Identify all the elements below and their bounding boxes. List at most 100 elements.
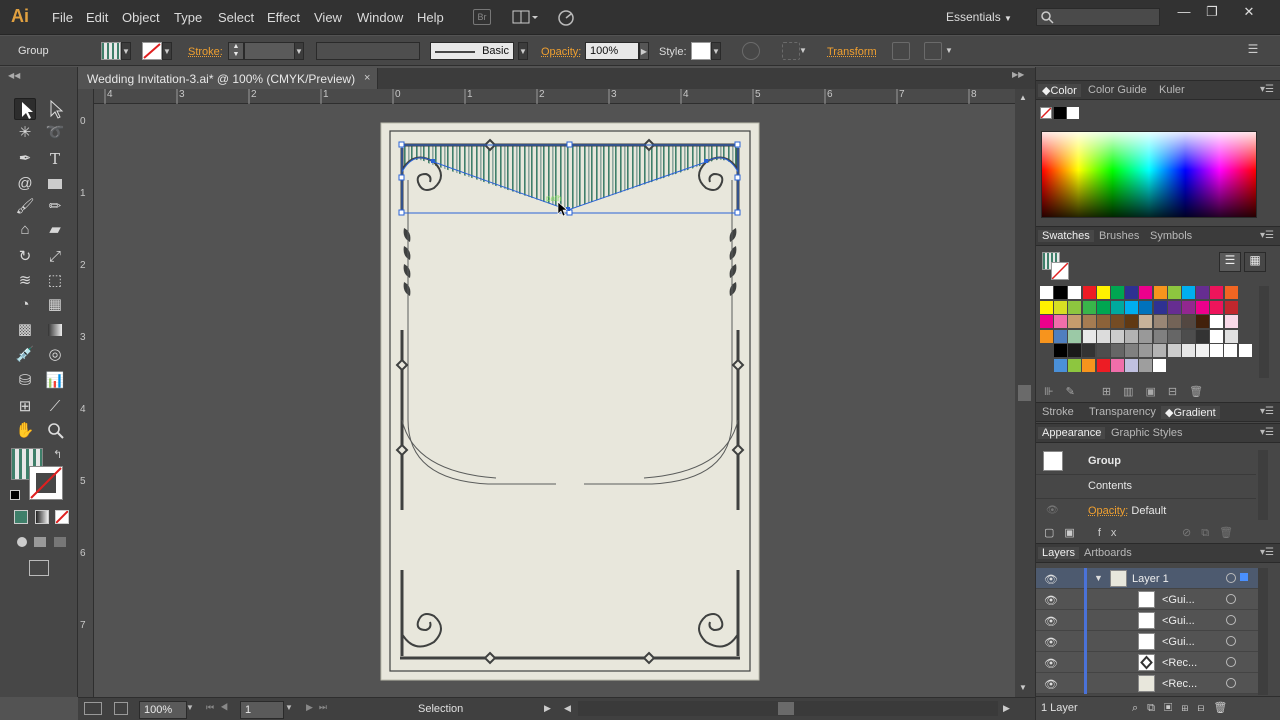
- layer-row[interactable]: 👁 <Rec...: [1036, 673, 1262, 694]
- collapse-panel-icon[interactable]: ◀◀: [8, 71, 20, 80]
- color-swatch[interactable]: [1153, 329, 1167, 343]
- target-icon[interactable]: [1226, 657, 1236, 667]
- color-swatch[interactable]: [1125, 286, 1139, 299]
- color-swatch[interactable]: [1054, 286, 1068, 299]
- color-swatch[interactable]: [1082, 300, 1096, 314]
- grid-view-icon[interactable]: ▦: [1244, 252, 1266, 272]
- tab-stroke[interactable]: Stroke: [1042, 406, 1074, 418]
- hand-tool-icon[interactable]: ✋: [14, 420, 36, 442]
- color-swatch[interactable]: [1196, 329, 1210, 343]
- isolate-group-icon[interactable]: [892, 42, 910, 60]
- menu-edit[interactable]: Edit: [86, 10, 108, 25]
- color-swatch[interactable]: [1040, 300, 1053, 314]
- appearance-contents[interactable]: Contents: [1088, 480, 1132, 492]
- color-swatch[interactable]: [1139, 358, 1153, 372]
- color-swatch[interactable]: [1125, 300, 1139, 314]
- paintbrush-tool-icon[interactable]: 🖌: [14, 196, 36, 218]
- opacity-field[interactable]: 100%: [585, 42, 639, 60]
- target-icon[interactable]: [1226, 678, 1236, 688]
- panel-menu-icon[interactable]: ▾☰: [1260, 427, 1274, 438]
- screen-mode-icon[interactable]: [29, 560, 49, 576]
- color-swatch[interactable]: [1082, 358, 1096, 372]
- artboard[interactable]: [378, 120, 762, 684]
- color-swatch[interactable]: [1054, 344, 1067, 357]
- target-icon[interactable]: [1226, 636, 1236, 646]
- color-swatch[interactable]: [1167, 344, 1181, 357]
- layer-row[interactable]: 👁 <Gui...: [1036, 610, 1262, 631]
- color-swatch[interactable]: [1068, 358, 1082, 372]
- scroll-down-icon[interactable]: ▼: [1019, 683, 1027, 692]
- visibility-eye-icon[interactable]: 👁: [1044, 594, 1058, 607]
- tab-layers[interactable]: Layers: [1038, 547, 1080, 559]
- tab-brushes[interactable]: Brushes: [1099, 230, 1139, 242]
- direct-selection-tool-icon[interactable]: [44, 98, 66, 120]
- black-color-icon[interactable]: [1054, 107, 1066, 119]
- color-swatch[interactable]: [1096, 344, 1110, 357]
- maximize-icon[interactable]: ❐: [1201, 4, 1223, 20]
- vertical-ruler[interactable]: 0 1 2 3 4 5 6 7: [78, 89, 94, 697]
- color-swatch[interactable]: [1111, 286, 1124, 299]
- color-swatch[interactable]: [1210, 315, 1224, 328]
- tab-color-guide[interactable]: Color Guide: [1088, 84, 1147, 96]
- color-swatch[interactable]: [1040, 286, 1053, 299]
- color-swatch[interactable]: [1125, 315, 1139, 328]
- color-swatch[interactable]: [1111, 329, 1124, 343]
- color-swatch[interactable]: [1196, 315, 1210, 328]
- disclosure-triangle-icon[interactable]: ▼: [1094, 573, 1103, 583]
- swatch-grid[interactable]: [1040, 286, 1256, 376]
- menu-select[interactable]: Select: [218, 10, 254, 25]
- menu-view[interactable]: View: [314, 10, 342, 25]
- color-swatch[interactable]: [1224, 344, 1238, 357]
- color-swatch[interactable]: [1139, 329, 1153, 343]
- stroke-label[interactable]: Stroke:: [188, 46, 223, 58]
- layer-row[interactable]: 👁 ▼ Layer 1: [1036, 568, 1262, 589]
- target-icon[interactable]: [1226, 573, 1236, 583]
- rotate-tool-icon[interactable]: ↻: [14, 246, 36, 268]
- scrollbar-thumb[interactable]: [778, 702, 794, 715]
- color-swatch[interactable]: [1139, 300, 1153, 314]
- color-spectrum[interactable]: [1041, 131, 1257, 218]
- artboard-number-field[interactable]: 1: [240, 701, 284, 719]
- appearance-opacity-row[interactable]: Opacity: Default: [1088, 505, 1166, 517]
- workspace-switcher[interactable]: Essentials ▼: [946, 10, 1012, 24]
- color-swatch[interactable]: [1082, 344, 1096, 357]
- visibility-eye-icon[interactable]: 👁: [1046, 505, 1059, 516]
- color-swatch[interactable]: [1040, 315, 1053, 328]
- tab-graphic-styles[interactable]: Graphic Styles: [1111, 427, 1183, 439]
- arrange-documents-icon[interactable]: [512, 9, 538, 25]
- color-swatch[interactable]: [1196, 286, 1210, 299]
- perspective-grid-tool-icon[interactable]: ▦: [44, 294, 66, 316]
- none-color-icon[interactable]: [1040, 107, 1052, 119]
- fill-swatch[interactable]: [101, 42, 121, 60]
- search-input[interactable]: [1036, 8, 1160, 26]
- scroll-left-icon[interactable]: ◀: [564, 703, 571, 714]
- tab-symbols[interactable]: Symbols: [1150, 230, 1192, 242]
- panel-menu-icon[interactable]: ▾☰: [1260, 84, 1274, 95]
- chevron-down-icon[interactable]: ▼: [518, 42, 528, 60]
- color-swatch[interactable]: [1210, 344, 1224, 357]
- color-swatch[interactable]: [1182, 315, 1195, 328]
- panel-menu-icon[interactable]: ▾☰: [1260, 547, 1274, 558]
- layer-name[interactable]: <Gui...: [1162, 615, 1195, 627]
- gpu-performance-icon[interactable]: [556, 9, 574, 26]
- color-swatch[interactable]: [1238, 344, 1252, 357]
- visibility-eye-icon[interactable]: 👁: [1044, 573, 1058, 586]
- panel-menu-icon[interactable]: ☰: [1244, 42, 1262, 60]
- color-swatch[interactable]: [1210, 300, 1224, 314]
- zoom-field[interactable]: 100%: [139, 701, 187, 719]
- graph-tool-icon[interactable]: 📊: [44, 370, 66, 392]
- brush-definition[interactable]: Basic: [430, 42, 514, 60]
- color-swatch[interactable]: [1068, 286, 1082, 299]
- menu-effect[interactable]: Effect: [267, 10, 300, 25]
- width-tool-icon[interactable]: ≋: [14, 270, 36, 292]
- visibility-eye-icon[interactable]: 👁: [1044, 615, 1058, 628]
- chevron-down-icon[interactable]: ▼: [798, 42, 808, 60]
- layer-name[interactable]: <Rec...: [1162, 657, 1197, 669]
- status-menu-icon[interactable]: ▶: [544, 703, 551, 714]
- shape-builder-tool-icon[interactable]: ◔: [14, 294, 36, 316]
- color-swatch[interactable]: [1196, 344, 1209, 357]
- color-swatch[interactable]: [1224, 300, 1238, 314]
- layer-name[interactable]: <Gui...: [1162, 594, 1195, 606]
- selection-indicator-icon[interactable]: [1240, 573, 1248, 581]
- rectangle-tool-icon[interactable]: [44, 173, 66, 195]
